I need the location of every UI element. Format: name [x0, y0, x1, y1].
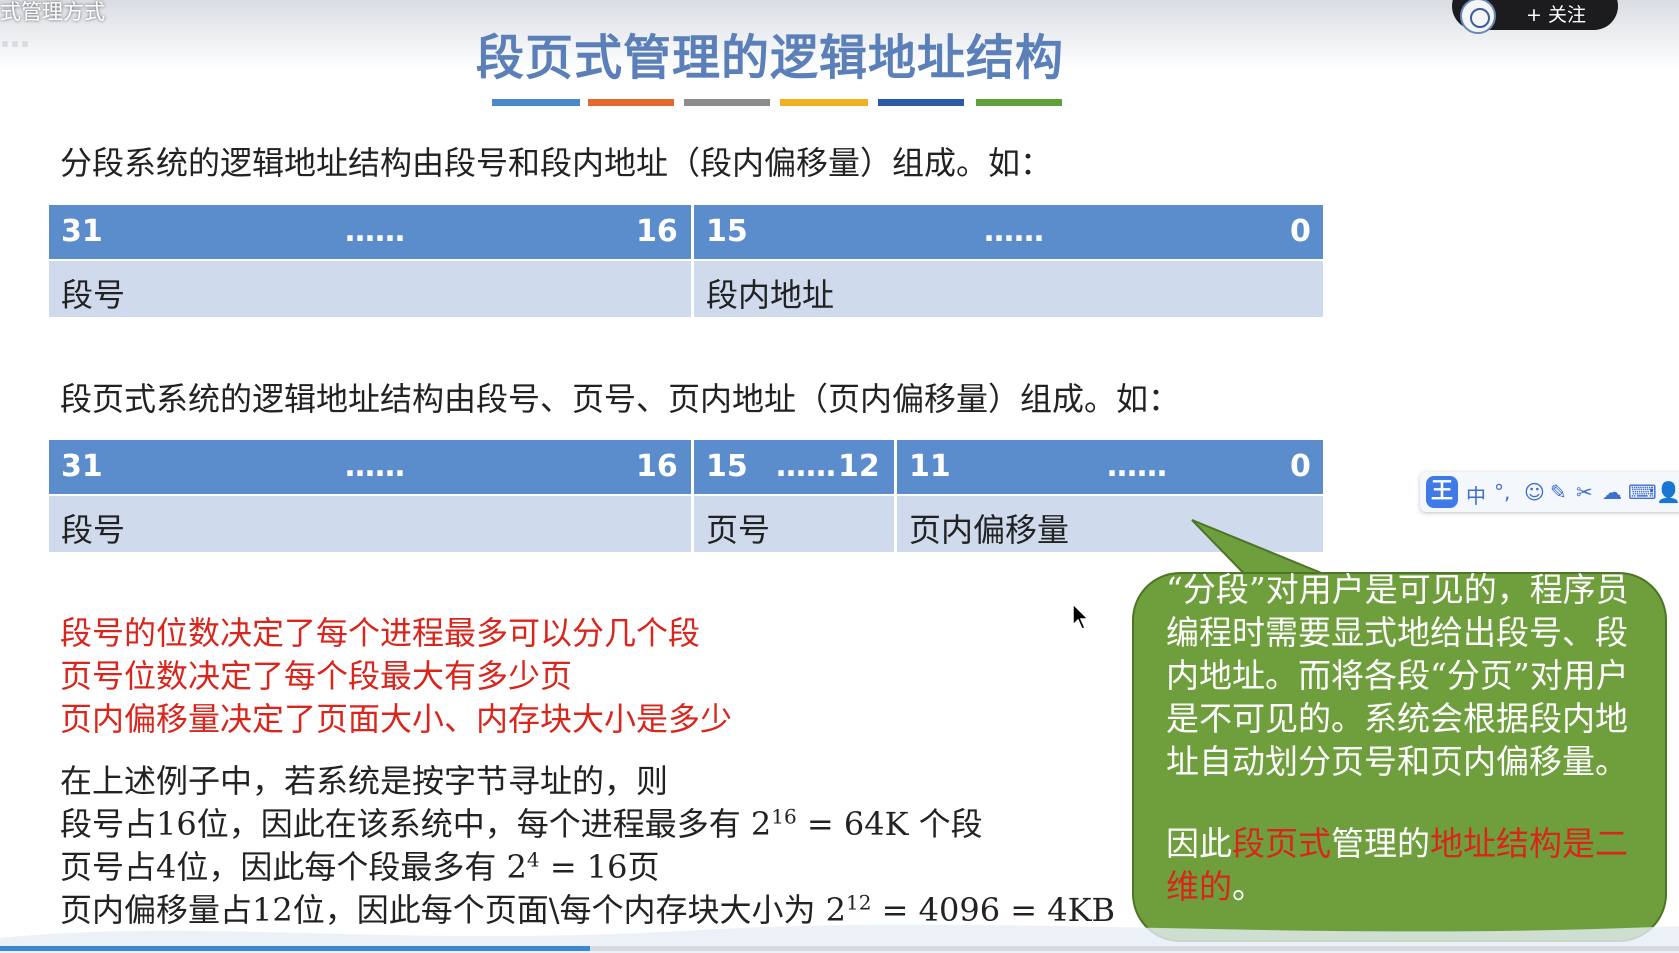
- title-bar-segment: [684, 99, 770, 106]
- bit-label: 11: [909, 449, 951, 484]
- video-progress-fill: [0, 946, 590, 951]
- field-segment-number: 段号: [61, 276, 126, 314]
- bit-ellipsis: ……: [984, 214, 1044, 249]
- bit-label: 16: [636, 449, 678, 484]
- callout-text: “分段”对用户是可见的，程序员编程时需要显式地给出段号、段内地址。而将各段“分页…: [1166, 570, 1629, 781]
- table-body-row: 段号 段内地址: [49, 261, 1323, 317]
- bit-label: 15: [706, 449, 748, 484]
- paragraph-segpage-structure: 段页式系统的逻辑地址结构由段号、页号、页内地址（页内偏移量）组成。如：: [60, 380, 1181, 418]
- ime-logo-icon[interactable]: 王: [1426, 476, 1458, 508]
- title-bar-segment: [492, 99, 580, 106]
- ime-chinese-mode-button[interactable]: 中: [1466, 480, 1486, 509]
- header-cell: 15 …… 0: [694, 205, 1323, 259]
- bit-label: 31: [61, 214, 103, 249]
- slide-title: 段页式管理的逻辑地址结构: [475, 30, 1064, 86]
- bit-ellipsis: ……: [345, 449, 405, 484]
- header-cell: 15 …… 12: [694, 440, 894, 494]
- body-cell: 页号: [694, 496, 894, 552]
- title-bar-segment: [878, 99, 964, 106]
- field-page-number: 页号: [706, 511, 771, 549]
- ime-cloud-button[interactable]: ☁: [1602, 480, 1622, 504]
- red-note-line: 段号的位数决定了每个进程最多可以分几个段: [60, 614, 701, 652]
- table-header-row: 31 …… 16 15 …… 0: [49, 205, 1323, 259]
- watermark: …: [0, 20, 32, 55]
- bit-ellipsis: ……: [1107, 449, 1167, 484]
- table-body-row: 段号 页号 页内偏移量: [49, 496, 1323, 552]
- example-line-1: 段号占16位，因此在该系统中，每个进程最多有 216 = 64K 个段: [60, 804, 983, 843]
- red-note-line: 页号位数决定了每个段最大有多少页: [60, 657, 573, 695]
- field-segment-offset: 段内地址: [706, 276, 835, 314]
- segment-address-table: 31 …… 16 15 …… 0 段号 段内地址: [49, 205, 1323, 317]
- bit-label: 0: [1290, 449, 1311, 484]
- example-line-2: 页号占4位，因此每个段最多有 24 = 16页: [60, 847, 660, 886]
- ime-toolbar: 王 中 °, ☺ ✎ ✂ ☁ ⌨ 👤: [1420, 472, 1679, 512]
- body-cell: 段号: [49, 496, 691, 552]
- channel-logo-icon: [1460, 0, 1496, 34]
- segpage-address-table: 31 …… 16 15 …… 12 11 …… 0 段号 页号 页内偏移量: [49, 440, 1323, 552]
- ime-screenshot-button[interactable]: ✂: [1576, 480, 1593, 504]
- header-cell: 11 …… 0: [897, 440, 1323, 494]
- title-bar-segment: [780, 99, 868, 106]
- follow-label: + 关注: [1526, 4, 1586, 26]
- title-bar-segment: [976, 99, 1062, 106]
- ime-user-button[interactable]: 👤: [1656, 480, 1679, 504]
- header-cell: 31 …… 16: [49, 440, 691, 494]
- field-page-offset: 页内偏移量: [909, 511, 1070, 549]
- table-header-row: 31 …… 16 15 …… 12 11 …… 0: [49, 440, 1323, 494]
- paragraph-segment-structure: 分段系统的逻辑地址结构由段号和段内地址（段内偏移量）组成。如：: [60, 144, 1053, 182]
- bit-label: 12: [838, 449, 880, 484]
- ime-punctuation-button[interactable]: °,: [1494, 480, 1510, 504]
- bit-label: 0: [1290, 214, 1311, 249]
- header-cell: 31 …… 16: [49, 205, 691, 259]
- ime-emoji-button[interactable]: ☺: [1524, 480, 1545, 504]
- title-bar-segment: [588, 99, 674, 106]
- ime-keyboard-button[interactable]: ⌨: [1628, 480, 1657, 504]
- body-cell: 段内地址: [694, 261, 1323, 317]
- mouse-cursor-icon: [1072, 603, 1090, 630]
- bit-label: 16: [636, 214, 678, 249]
- follow-button[interactable]: + 关注: [1452, 0, 1618, 34]
- bit-ellipsis: ……: [345, 214, 405, 249]
- callout-conclusion: 因此段页式管理的地址结构是二维的。: [1166, 824, 1628, 906]
- bit-ellipsis: ……: [776, 449, 836, 484]
- body-cell: 段号: [49, 261, 691, 317]
- bit-label: 31: [61, 449, 103, 484]
- field-segment-number: 段号: [61, 511, 126, 549]
- bit-label: 15: [706, 214, 748, 249]
- ime-handwrite-button[interactable]: ✎: [1550, 480, 1567, 504]
- example-intro: 在上述例子中，若系统是按字节寻址的，则: [60, 762, 669, 800]
- red-note-line: 页内偏移量决定了页面大小、内存块大小是多少: [60, 700, 733, 738]
